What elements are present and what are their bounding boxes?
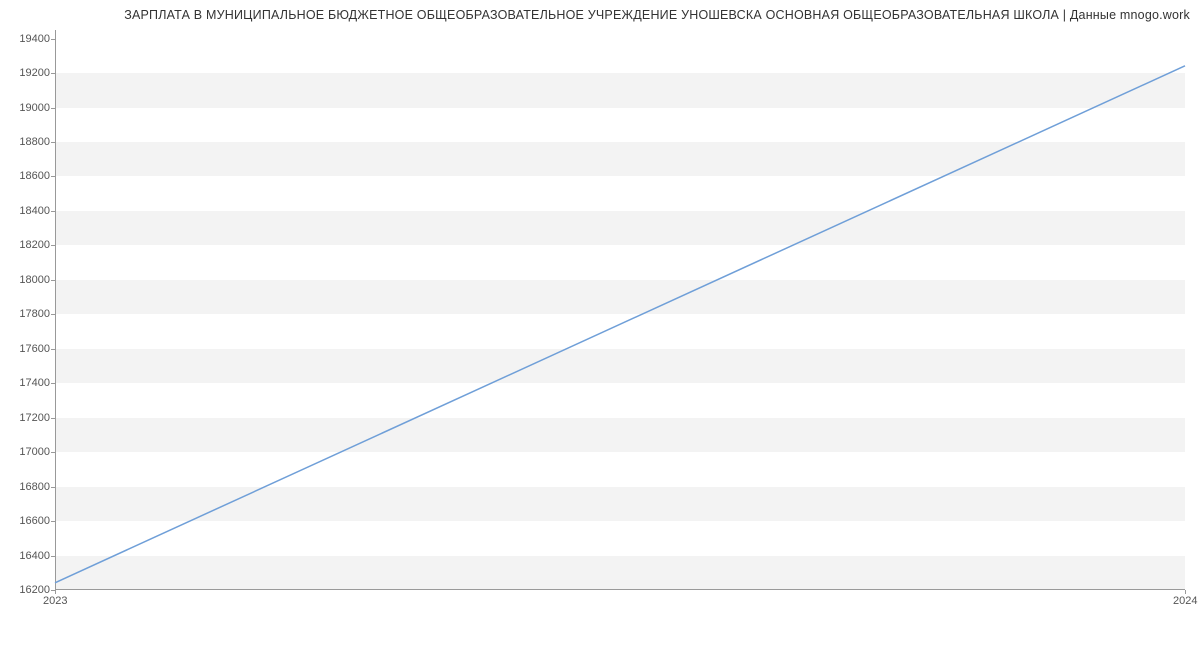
chart-line-series	[55, 30, 1185, 590]
y-tick-mark	[51, 39, 55, 40]
y-tick-mark	[51, 521, 55, 522]
y-tick-mark	[51, 280, 55, 281]
y-tick-mark	[51, 418, 55, 419]
x-tick-label: 2024	[1173, 595, 1197, 607]
plot-area	[55, 30, 1185, 590]
y-tick-mark	[51, 383, 55, 384]
y-tick-label: 16400	[19, 550, 50, 562]
y-tick-label: 17200	[19, 412, 50, 424]
x-tick-mark	[1185, 590, 1186, 594]
series-line	[55, 66, 1185, 583]
y-tick-mark	[51, 108, 55, 109]
y-tick-mark	[51, 487, 55, 488]
y-tick-label: 19400	[19, 33, 50, 45]
y-tick-label: 18400	[19, 205, 50, 217]
y-tick-label: 17600	[19, 343, 50, 355]
y-tick-label: 18000	[19, 274, 50, 286]
y-tick-label: 18200	[19, 239, 50, 251]
y-tick-label: 18600	[19, 170, 50, 182]
y-tick-label: 18800	[19, 136, 50, 148]
chart-title: ЗАРПЛАТА В МУНИЦИПАЛЬНОЕ БЮДЖЕТНОЕ ОБЩЕО…	[124, 8, 1190, 22]
y-tick-mark	[51, 211, 55, 212]
y-tick-mark	[51, 176, 55, 177]
y-tick-mark	[51, 452, 55, 453]
y-tick-mark	[51, 245, 55, 246]
y-tick-label: 16800	[19, 481, 50, 493]
y-tick-label: 17400	[19, 377, 50, 389]
y-tick-label: 17000	[19, 446, 50, 458]
x-tick-mark	[55, 590, 56, 594]
y-tick-label: 19200	[19, 67, 50, 79]
y-tick-mark	[51, 314, 55, 315]
y-tick-label: 17800	[19, 308, 50, 320]
y-tick-mark	[51, 556, 55, 557]
y-tick-mark	[51, 142, 55, 143]
y-tick-label: 16600	[19, 515, 50, 527]
x-tick-label: 2023	[43, 595, 67, 607]
y-tick-label: 19000	[19, 102, 50, 114]
y-tick-mark	[51, 349, 55, 350]
y-tick-mark	[51, 73, 55, 74]
